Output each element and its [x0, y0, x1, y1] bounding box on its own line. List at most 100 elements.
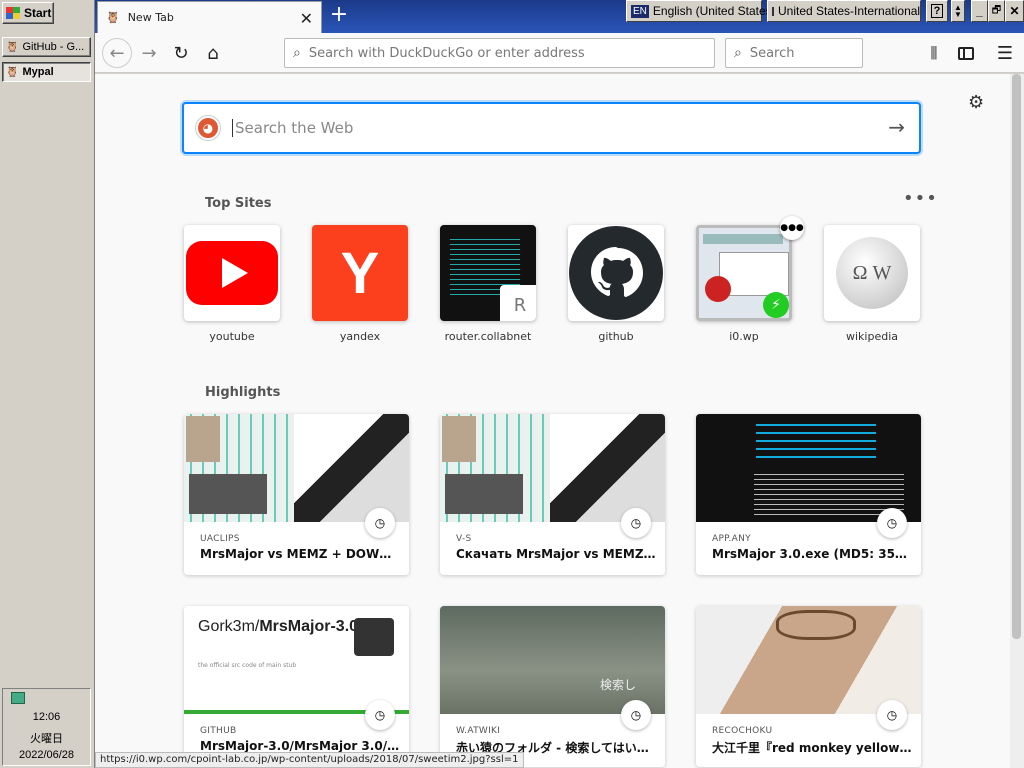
search-icon: ⌕ [734, 45, 742, 61]
help-icon: ? [930, 4, 944, 18]
highlight-card[interactable]: 検索し ◷ W.ATWIKI 赤い猿のフォルダ - 検索してはいけない言葉 [440, 606, 665, 767]
mypal-icon: 🦉 [6, 66, 19, 78]
taskbar-window-mypal[interactable]: 🦉 Mypal [2, 62, 91, 82]
start-button[interactable]: Start [2, 2, 54, 24]
highlight-card[interactable]: Gork3m/MrsMajor-3.0 the official src cod… [184, 606, 409, 767]
restore-button[interactable]: 🗗 [988, 0, 1005, 22]
screenshot-thumbnail: ⚡ [696, 225, 792, 321]
address-bar[interactable]: ⌕ Search with DuckDuckGo or enter addres… [284, 38, 715, 68]
search-bar[interactable]: ⌕ Search [725, 38, 863, 68]
arrow-right-icon[interactable]: → [888, 115, 905, 139]
highlight-source: UACLIPS [200, 534, 240, 544]
back-icon[interactable]: ← [102, 38, 132, 68]
router-letter-badge: R [500, 285, 536, 321]
wikipedia-icon: Ω W [824, 225, 920, 321]
scrollbar-thumb[interactable] [1012, 74, 1021, 639]
top-site-wikipedia[interactable]: Ω W wikipedia [824, 225, 920, 343]
minimize-button[interactable]: _ [971, 0, 988, 22]
gear-icon[interactable]: ⚙ [968, 92, 984, 113]
duckduckgo-icon: ◕ [196, 116, 220, 140]
keyboard-indicator[interactable]: United States-International [767, 0, 921, 22]
close-window-button[interactable]: ✕ [1005, 0, 1024, 22]
top-site-label: youtube [209, 330, 255, 343]
highlight-thumbnail [696, 414, 921, 522]
library-icon[interactable]: ⫼ [920, 39, 948, 67]
sidebar-icon[interactable] [952, 39, 980, 67]
clock-icon: ◷ [877, 508, 907, 538]
system-tray: 12:06 火曜日 2022/06/28 [2, 688, 91, 766]
highlight-thumbnail: 検索し [440, 606, 665, 714]
tab-strip: 🦉 New Tab ✕ + EN English (United States)… [95, 0, 1024, 33]
more-icon[interactable]: ••• [903, 188, 938, 209]
search-placeholder: Search [749, 45, 795, 61]
menu-icon[interactable]: ☰ [991, 39, 1019, 67]
close-tab-icon[interactable]: ✕ [300, 9, 313, 28]
scrollbar[interactable] [1010, 74, 1024, 768]
highlight-thumbnail [696, 606, 921, 714]
highlight-source: W.ATWIKI [456, 726, 501, 736]
thumb-repo-desc: the official src code of main stub [198, 662, 297, 669]
bolt-icon: ⚡ [763, 292, 789, 318]
highlight-thumbnail [440, 414, 665, 522]
highlight-title: MrsMajor-3.0/MrsMajor 3.0/gdifuncs [200, 739, 400, 753]
browser-window: 🦉 New Tab ✕ + EN English (United States)… [95, 0, 1024, 768]
screenshot-thumbnail: R [440, 225, 536, 321]
github-icon [568, 225, 664, 321]
taskbar-window-github[interactable]: 🦉 GitHub - G... [2, 37, 91, 57]
clock-day: 火曜日 [30, 733, 63, 745]
new-tab-page: ⚙ ◕ Search the Web → Top Sites ••• youtu… [95, 74, 1010, 768]
network-icon[interactable] [11, 692, 25, 704]
mypal-icon: 🦉 [6, 41, 19, 53]
highlights-title: Highlights [205, 385, 281, 400]
top-sites-title: Top Sites [205, 196, 272, 211]
taskbar-window-label: GitHub - G... [22, 41, 85, 53]
web-search-input[interactable]: ◕ Search the Web → [182, 102, 921, 154]
help-button[interactable]: ? [926, 0, 948, 22]
highlight-source: RECOCHOKU [712, 726, 773, 736]
status-bar-url: https://i0.wp.com/cpoint-lab.co.jp/wp-co… [95, 752, 524, 768]
reload-icon[interactable]: ↻ [167, 39, 195, 67]
highlight-title: Скачать MrsMajor vs MEMZ + DOWNLOAD [456, 547, 656, 561]
top-site-youtube[interactable]: youtube [184, 225, 280, 343]
top-site-github[interactable]: github [568, 225, 664, 343]
clock-icon: ◷ [365, 700, 395, 730]
forward-icon[interactable]: → [135, 39, 163, 67]
highlight-card[interactable]: ◷ APP.ANY MrsMajor 3.0.exe (MD5: 35A27D0… [696, 414, 921, 575]
goat-logo-icon [354, 618, 394, 656]
highlight-title: MrsMajor vs MEMZ + DOWNLOAD [200, 547, 400, 561]
start-label: Start [24, 6, 52, 20]
tab-title: New Tab [127, 11, 174, 24]
top-site-label: wikipedia [845, 330, 898, 343]
langbar-options-button[interactable]: ▲ ▼ [951, 0, 965, 22]
yandex-icon: Y [312, 225, 408, 321]
home-icon[interactable]: ⌂ [199, 39, 227, 67]
clock-icon: ◷ [365, 508, 395, 538]
thumb-repo-owner: Gork3m/ [198, 618, 260, 635]
top-site-i0wp[interactable]: ⚡ ●●● i0.wp [696, 216, 804, 343]
address-placeholder: Search with DuckDuckGo or enter address [308, 45, 585, 61]
top-site-router[interactable]: R router.collabnet [440, 225, 536, 343]
lang-code-badge: EN [631, 4, 649, 18]
highlight-card[interactable]: ◷ V-S Скачать MrsMajor vs MEMZ + DOWNLOA… [440, 414, 665, 575]
tile-options-icon[interactable]: ●●● [780, 216, 804, 240]
highlight-source: V-S [456, 534, 472, 544]
tab-new-tab[interactable]: 🦉 New Tab ✕ [97, 1, 322, 33]
highlight-source: APP.ANY [712, 534, 751, 544]
top-site-label: yandex [339, 330, 381, 343]
clock-icon: ◷ [621, 700, 651, 730]
clock-icon: ◷ [877, 700, 907, 730]
top-site-label: github [598, 330, 634, 343]
top-site-yandex[interactable]: Y yandex [312, 225, 408, 343]
highlight-card[interactable]: ◷ UACLIPS MrsMajor vs MEMZ + DOWNLOAD [184, 414, 409, 575]
clock-time[interactable]: 12:06 [3, 711, 90, 723]
clock-icon: ◷ [621, 508, 651, 538]
highlight-thumbnail [184, 414, 409, 522]
top-site-label: router.collabnet [444, 330, 532, 343]
new-tab-button[interactable]: + [327, 4, 351, 28]
youtube-icon [184, 225, 280, 321]
web-search-placeholder: Search the Web [232, 119, 353, 137]
windows-logo-icon [6, 7, 20, 19]
highlight-title: 大江千里『red monkey yellow fish』 [712, 741, 912, 755]
highlight-card[interactable]: ◷ RECOCHOKU 大江千里『red monkey yellow fish』 [696, 606, 921, 767]
language-indicator[interactable]: EN English (United States) [626, 0, 776, 22]
